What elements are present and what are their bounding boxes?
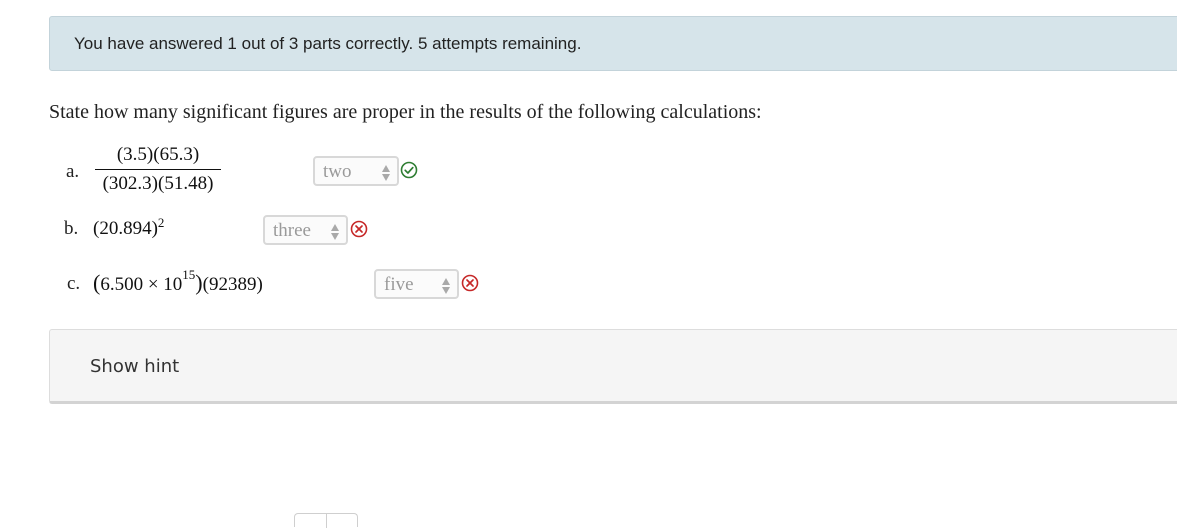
question-prompt: State how many significant figures are p… [49,101,762,123]
part-c-power-exponent: 15 [182,267,196,282]
fraction-bar [95,169,221,170]
x-circle-icon [350,220,368,238]
x-circle-icon [461,274,479,292]
part-b-select[interactable]: three [263,215,348,245]
part-c-close-paren: ) [195,270,203,295]
part-a-numerator: (3.5)(65.3) [116,144,200,165]
select-arrows-icon [381,162,391,182]
select-arrows-icon [441,275,451,295]
part-b-exponent: 2 [157,215,165,230]
part-c-expression: (6.500 × 1015)(92389) [93,267,263,296]
show-hint-button[interactable]: Show hint [90,356,179,377]
part-c-selected-value: five [384,274,414,295]
part-a-denominator: (302.3)(51.48) [102,173,214,194]
select-arrows-icon [330,221,340,241]
part-b-selected-value: three [273,220,311,241]
check-circle-icon [400,161,418,179]
part-b-base: (20.894) [93,218,158,239]
part-c-label: c. [67,273,81,294]
part-c-second-factor: (92389) [202,274,263,295]
button-divider [326,514,327,528]
part-b-expression: (20.894)2 [93,215,165,240]
part-a-select[interactable]: two [313,156,399,186]
part-a-selected-value: two [323,161,352,182]
part-b-label: b. [64,218,79,239]
partial-button-group[interactable] [294,513,358,528]
part-c-select[interactable]: five [374,269,459,299]
part-a-fraction: (3.5)(65.3) (302.3)(51.48) [95,142,221,197]
part-c-power-base: 10 [163,274,183,295]
attempts-message: You have answered 1 out of 3 parts corre… [74,34,582,53]
hint-panel[interactable]: Show hint [49,329,1177,404]
part-a-label: a. [66,161,80,182]
feedback-banner: You have answered 1 out of 3 parts corre… [49,16,1177,71]
part-c-mantissa: 6.500 [100,274,144,295]
part-c-times-sign: × [147,274,159,295]
